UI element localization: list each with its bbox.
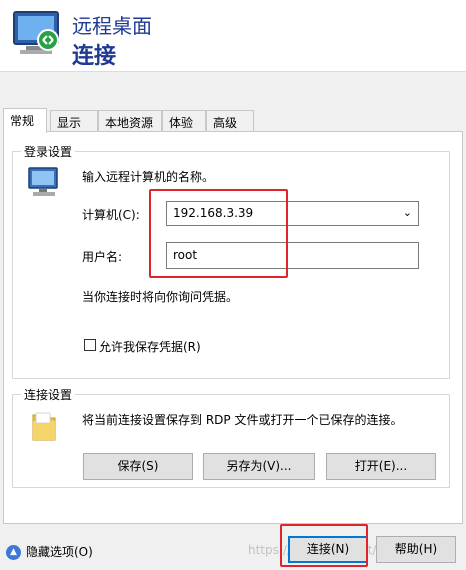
login-settings-legend: 登录设置 xyxy=(21,143,76,160)
computer-select[interactable]: 192.168.3.39 ⌄ xyxy=(166,201,419,226)
allow-save-credentials-checkbox[interactable] xyxy=(84,339,96,351)
help-button[interactable]: 帮助(H) xyxy=(376,536,456,563)
tab-display[interactable]: 显示 xyxy=(50,110,98,132)
tab-local-resources[interactable]: 本地资源 xyxy=(98,110,162,132)
folder-icon xyxy=(32,412,56,441)
login-intro-text: 输入远程计算机的名称。 xyxy=(82,170,215,184)
chevron-up-icon[interactable]: ▲ xyxy=(6,545,21,560)
hide-options-toggle[interactable]: ▲ 隐藏选项(O) xyxy=(6,543,93,560)
computer-icon xyxy=(28,167,58,196)
tab-advanced[interactable]: 高级 xyxy=(206,110,254,132)
app-title: 远程桌面 xyxy=(72,14,152,38)
username-input[interactable]: root xyxy=(166,242,419,269)
chevron-down-icon[interactable]: ⌄ xyxy=(403,206,412,219)
tab-panel-general: 登录设置 输入远程计算机的名称。 计算机(C): 192.168.3.39 ⌄ … xyxy=(3,131,463,524)
save-as-button[interactable]: 另存为(V)... xyxy=(203,453,315,480)
tab-general[interactable]: 常规 xyxy=(3,108,47,133)
open-button[interactable]: 打开(E)... xyxy=(326,453,436,480)
connection-desc: 将当前连接设置保存到 RDP 文件或打开一个已保存的连接。 xyxy=(82,413,403,427)
connect-button[interactable]: 连接(N) xyxy=(288,536,368,563)
computer-value: 192.168.3.39 xyxy=(173,206,254,220)
connection-settings-group: 连接设置 将当前连接设置保存到 RDP 文件或打开一个已保存的连接。 保存(S)… xyxy=(12,386,450,488)
app-subtitle: 连接 xyxy=(72,44,117,69)
allow-save-credentials-label[interactable]: 允许我保存凭据(R) xyxy=(99,338,201,355)
computer-label: 计算机(C): xyxy=(82,208,140,222)
header: 远程桌面 连接 xyxy=(0,0,466,72)
save-button[interactable]: 保存(S) xyxy=(83,453,193,480)
remote-desktop-icon xyxy=(13,11,59,54)
hide-options-label[interactable]: 隐藏选项(O) xyxy=(26,545,93,559)
tab-experience[interactable]: 体验 xyxy=(162,110,206,132)
credential-note: 当你连接时将向你询问凭据。 xyxy=(82,290,239,304)
connection-settings-legend: 连接设置 xyxy=(21,386,76,403)
username-label: 用户名: xyxy=(82,250,123,264)
login-settings-group: 登录设置 输入远程计算机的名称。 计算机(C): 192.168.3.39 ⌄ … xyxy=(12,143,450,379)
